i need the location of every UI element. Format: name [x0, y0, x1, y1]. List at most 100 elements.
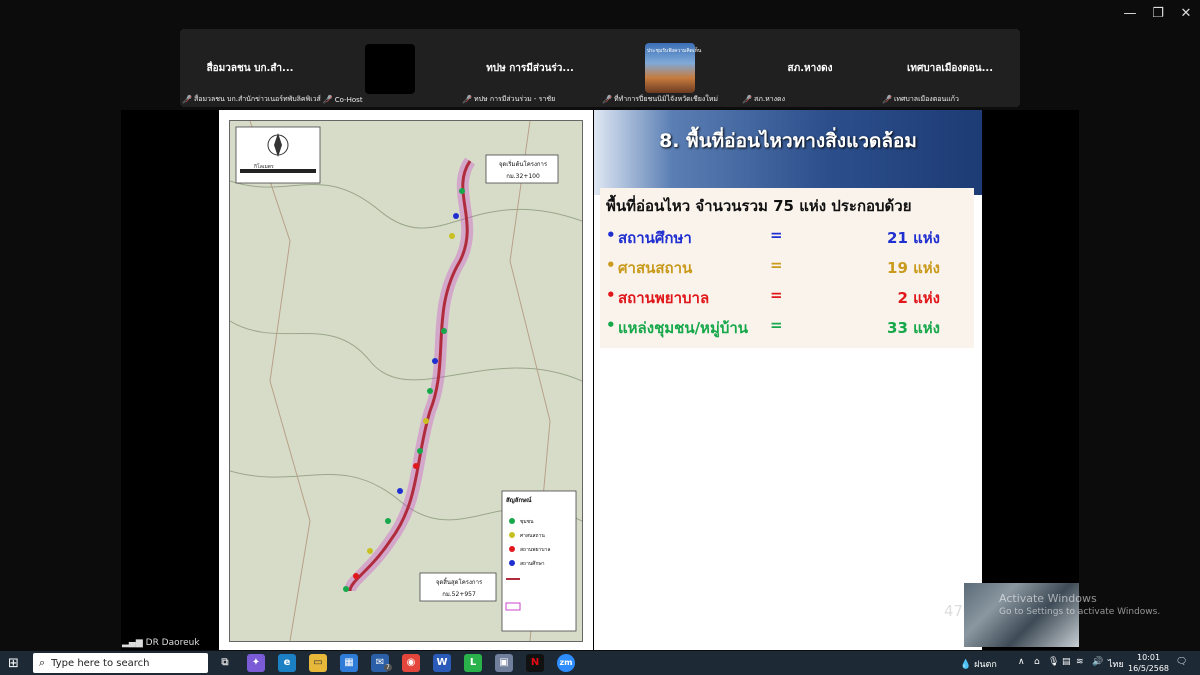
mic-muted-icon: 🎤̸	[462, 95, 472, 104]
zoom-icon[interactable]: zm	[557, 654, 575, 672]
participant-tile[interactable]: เทศบาลเมืองตอน... 🎤̸ เทศบาลเมืองตอนแก้ว	[880, 29, 1020, 107]
bullet-icon: •	[606, 286, 616, 304]
participant-tile[interactable]: สภ.หางดง 🎤̸ สภ.หางดง	[740, 29, 880, 107]
participant-name: เทศบาลเมืองตอน...	[906, 63, 994, 74]
store-icon[interactable]: ▦	[340, 654, 358, 672]
participant-caption: 🎤̸ ที่ทำการปี่ยชนนิมิไจังหวัดเชียงใหม่	[602, 94, 718, 105]
minimize-button[interactable]: —	[1118, 6, 1142, 21]
slide-heading: พื้นที่อ่อนไหว จำนวนรวม 75 แห่ง ประกอบด้…	[606, 197, 912, 215]
end-km: กม.52+957	[442, 591, 476, 598]
search-icon: ⌕	[39, 656, 46, 669]
taskbar: ⊞ ⌕ Type here to search ⧉ ✦ e ▭ ▦ ✉ 7 ◉ …	[0, 651, 1200, 675]
caption-text: เทศบาลเมืองตอนแก้ว	[893, 95, 959, 103]
mic-muted-icon: 🎤̸	[322, 95, 333, 104]
weather-widget[interactable]: 💧 ฝนตก	[960, 657, 997, 671]
task-view-icon[interactable]: ⧉	[216, 654, 234, 672]
participant-video-off[interactable]	[365, 44, 415, 94]
taskbar-clock[interactable]: 10:01 16/5/2568	[1128, 652, 1169, 674]
end-label: จุดสิ้นสุดโครงการ	[435, 579, 483, 586]
language-indicator[interactable]: ไทย	[1108, 657, 1124, 671]
scale-unit: กิโลเมตร	[254, 164, 274, 170]
volume-icon[interactable]: 🔊	[1092, 657, 1103, 667]
row-equals: =	[770, 256, 783, 274]
clock-time: 10:01	[1136, 653, 1161, 662]
row-label: แหล่งชุมชน/หมู่บ้าน	[618, 319, 749, 337]
wifi-icon[interactable]: ≋	[1076, 657, 1084, 667]
presenter-name: DR Daoreuk	[145, 638, 200, 648]
mic-muted-icon: 🎤̸	[602, 95, 612, 104]
close-button[interactable]: ✕	[1174, 6, 1198, 21]
netflix-icon[interactable]: N	[526, 654, 544, 672]
legend-item: สถานศึกษา	[520, 561, 545, 567]
search-placeholder: Type here to search	[51, 657, 150, 669]
row-equals: =	[770, 226, 783, 244]
weather-text: ฝนตก	[974, 660, 997, 670]
network-icon[interactable]: ⌂	[1034, 657, 1040, 667]
row-label: ศาสนสถาน	[618, 259, 693, 277]
photos-icon[interactable]: ▣	[495, 654, 513, 672]
row-equals: =	[770, 286, 783, 304]
slide-title: 8. พื้นที่อ่อนไหวทางสิ่งแวดล้อม	[659, 130, 917, 152]
sensitive-area-row: • สถานศึกษา = 21 แห่ง	[606, 226, 940, 250]
start-label: จุดเริ่มต้นโครงการ	[498, 161, 548, 168]
participant-tile[interactable]: ทปษ การมีส่วนร่ว... 🎤̸ ทปษ การมีส่วนร่วม…	[460, 29, 600, 107]
line-icon[interactable]: L	[464, 654, 482, 672]
row-value: 2 แห่ง	[897, 289, 940, 307]
participant-caption: 🎤̸ สื่อมวลชน บก.สำนักข่าวเนอร์ทพับลิคพิเ…	[182, 94, 363, 105]
bullet-icon: •	[606, 316, 616, 334]
start-km: กม.32+100	[506, 173, 540, 180]
legend-item: ชุมชน	[520, 519, 534, 525]
show-hidden-icons[interactable]: ∧	[1018, 657, 1025, 667]
caption-text: ทปษ การมีส่วนร่วม - ราชัย	[473, 95, 556, 103]
row-value: 33 แห่ง	[887, 319, 940, 337]
participant-caption: 🎤̸ เทศบาลเมืองตอนแก้ว	[882, 94, 959, 105]
camera-icon[interactable]: ▤	[1062, 657, 1071, 667]
notifications-icon[interactable]: 🗨	[1176, 657, 1187, 667]
row-label: สถานศึกษา	[618, 229, 692, 247]
bullet-icon: •	[606, 256, 616, 274]
row-label: สถานพยาบาล	[618, 289, 710, 307]
activate-windows-title: Activate Windows	[999, 592, 1097, 605]
legend-title: สัญลักษณ์	[506, 497, 532, 504]
participant-caption: 🎤̸ สภ.หางดง	[742, 94, 785, 105]
windows-start-icon[interactable]: ⊞	[8, 656, 19, 671]
row-equals: =	[770, 316, 783, 334]
sensitive-area-row: • สถานพยาบาล = 2 แห่ง	[606, 286, 940, 310]
mic-muted-icon: 🎤̸	[742, 95, 752, 104]
sensitive-area-row: • ศาสนสถาน = 19 แห่ง	[606, 256, 940, 280]
maximize-button[interactable]: ❐	[1146, 6, 1170, 21]
row-value: 19 แห่ง	[887, 259, 940, 277]
taskbar-search[interactable]: ⌕ Type here to search	[33, 653, 208, 673]
map-panel: กิโลเมตร จุดเริ่มต้นโครงการ กม.32+100 จุ…	[219, 110, 593, 650]
caption-text: ที่ทำการปี่ยชนนิมิไจังหวัดเชียงใหม่	[613, 95, 718, 103]
participant-tile[interactable]: 🎤̸ ที่ทำการปี่ยชนนิมิไจังหวัดเชียงใหม่	[600, 29, 740, 107]
caption-text: สภ.หางดง	[753, 95, 786, 103]
presenter-label: ▂▄▆ DR Daoreuk	[122, 638, 200, 648]
signal-icon: ▂▄▆	[122, 638, 143, 648]
slide-page-number: 47	[944, 602, 964, 620]
copilot-icon[interactable]: ✦	[247, 654, 265, 672]
rain-icon: 💧	[960, 660, 972, 670]
mic-muted-icon: 🎤̸	[182, 95, 192, 104]
map-image: กิโลเมตร จุดเริ่มต้นโครงการ กม.32+100 จุ…	[229, 120, 583, 642]
slide-panel: 8. พื้นที่อ่อนไหวทางสิ่งแวดล้อม พื้นที่อ…	[594, 110, 982, 650]
word-icon[interactable]: W	[433, 654, 451, 672]
cohost-label: Co-Host	[334, 95, 363, 104]
edge-icon[interactable]: e	[278, 654, 296, 672]
participant-caption: 🎤̸ ทปษ การมีส่วนร่วม - ราชัย	[462, 94, 555, 105]
participant-name: สภ.หางดง	[787, 63, 833, 74]
sensitive-area-row: • แหล่งชุมชน/หมู่บ้าน = 33 แห่ง	[606, 316, 940, 340]
participant-name: ทปษ การมีส่วนร่ว...	[486, 63, 574, 74]
participant-tile[interactable]: สื่อมวลชน บก.สำ... 🎤̸ สื่อมวลชน บก.สำนัก…	[180, 29, 363, 107]
file-explorer-icon[interactable]: ▭	[309, 654, 327, 672]
participant-strip: สื่อมวลชน บก.สำ... 🎤̸ สื่อมวลชน บก.สำนัก…	[180, 29, 1020, 107]
bullet-icon: •	[606, 226, 616, 244]
row-value: 21 แห่ง	[887, 229, 940, 247]
mail-badge: 7	[384, 664, 392, 671]
microphone-icon[interactable]: 🎙	[1048, 657, 1059, 667]
legend-item: ศาสนสถาน	[520, 533, 545, 539]
legend-item: สถานพยาบาล	[520, 547, 551, 553]
chrome-icon[interactable]: ◉	[402, 654, 420, 672]
participant-name: สื่อมวลชน บก.สำ...	[206, 63, 294, 74]
clock-date: 16/5/2568	[1128, 664, 1170, 673]
